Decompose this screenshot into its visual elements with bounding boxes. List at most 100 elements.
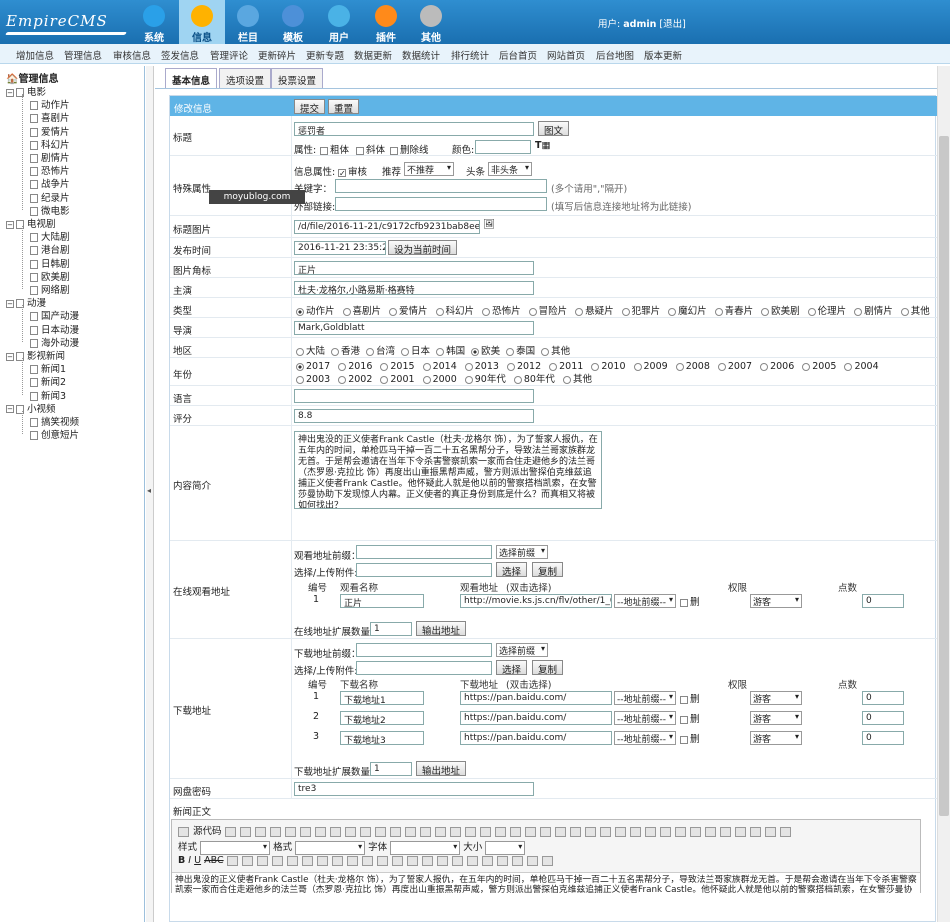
toolbar-tool-icon[interactable]	[239, 826, 251, 837]
toolbar-tool-icon[interactable]	[329, 826, 341, 837]
sidebar-splitter[interactable]: ◂	[146, 66, 154, 922]
tree-item[interactable]: 国产动漫	[30, 308, 79, 322]
year-option[interactable]: 2014	[419, 360, 457, 373]
download-prefix-input[interactable]	[356, 643, 492, 657]
region-option[interactable]: 大陆	[292, 343, 325, 357]
recommend-select[interactable]: 不推荐	[404, 162, 454, 176]
toolbar-tool-icon[interactable]	[704, 826, 716, 837]
subnav-item[interactable]: 审核信息	[113, 48, 151, 62]
size-select[interactable]	[485, 840, 526, 855]
region-option[interactable]: 韩国	[432, 343, 465, 357]
style-select[interactable]	[200, 840, 271, 855]
nav-folder[interactable]: 栏目	[225, 0, 271, 44]
type-option[interactable]: 魔幻片	[664, 303, 707, 317]
year-option[interactable]: 2007	[714, 360, 752, 373]
subnav-item[interactable]: 版本更新	[644, 48, 682, 62]
radio-icon[interactable]	[633, 362, 642, 371]
online-select-button[interactable]: 选择	[496, 562, 528, 578]
toolbar-tool-icon[interactable]	[406, 855, 418, 866]
radio-icon[interactable]	[528, 307, 537, 316]
title-input[interactable]: 惩罚者	[294, 122, 534, 136]
online-row-perm-select[interactable]: 游客	[750, 594, 802, 608]
radio-icon[interactable]	[717, 362, 726, 371]
download-row-perm-select[interactable]: 游客	[750, 711, 802, 725]
scrollbar[interactable]	[937, 66, 950, 922]
italic-tool-icon[interactable]: I	[188, 855, 191, 866]
strike-tool-icon[interactable]: ABC	[204, 855, 223, 866]
toolbar-tool-icon[interactable]	[286, 855, 298, 866]
year-option[interactable]: 2008	[672, 360, 710, 373]
year-option[interactable]: 2006	[756, 360, 794, 373]
online-prefix-select[interactable]: 选择前缀	[496, 545, 548, 559]
color-input[interactable]	[475, 140, 531, 154]
download-row-url-input[interactable]: https://pan.baidu.com/	[460, 731, 612, 745]
type-option[interactable]: 伦理片	[804, 303, 846, 317]
radio-icon[interactable]	[338, 375, 347, 384]
toolbar-tool-icon[interactable]	[389, 826, 401, 837]
toolbar-tool-icon[interactable]	[569, 826, 581, 837]
radio-icon[interactable]	[380, 375, 389, 384]
year-option[interactable]: 80年代	[510, 373, 555, 386]
type-option[interactable]: 动作片	[292, 303, 335, 317]
download-upload-input[interactable]	[356, 661, 492, 675]
fold-icon[interactable]: −	[6, 299, 14, 308]
year-option[interactable]: 其他	[559, 373, 592, 386]
bold-checkbox[interactable]: 粗体	[320, 142, 349, 156]
toolbar-tool-icon[interactable]	[436, 855, 448, 866]
audit-checkbox[interactable]: 审核	[338, 164, 367, 178]
radio-icon[interactable]	[471, 347, 480, 356]
radio-icon[interactable]	[506, 362, 515, 371]
radio-icon[interactable]	[436, 347, 445, 356]
online-row-points-input[interactable]: 0	[862, 594, 904, 608]
toolbar-tool-icon[interactable]	[419, 826, 431, 837]
download-row-perm-select[interactable]: 游客	[750, 691, 802, 705]
online-row-name-input[interactable]: 正片	[340, 594, 424, 608]
download-row-perm-select[interactable]: 游客	[750, 731, 802, 745]
intro-textarea[interactable]: 神出鬼没的正义使者Frank Castle（杜夫·龙格尔 饰），为了誓家人报仇，…	[294, 431, 602, 509]
download-row-prefix-select[interactable]: --地址前缀--	[614, 711, 676, 725]
italic-checkbox[interactable]: 斜体	[356, 142, 385, 156]
radio-icon[interactable]	[338, 362, 347, 371]
region-option[interactable]: 欧美	[467, 343, 500, 357]
fold-icon[interactable]: −	[6, 88, 14, 97]
font-select[interactable]	[390, 840, 461, 855]
toolbar-tool-icon[interactable]	[494, 826, 506, 837]
radio-icon[interactable]	[464, 362, 473, 371]
online-extend-input[interactable]: 1	[370, 622, 412, 636]
toolbar-tool-icon[interactable]	[554, 826, 566, 837]
toolbar-tool-icon[interactable]	[331, 855, 343, 866]
toolbar-tool-icon[interactable]	[449, 826, 461, 837]
toolbar-tool-icon[interactable]	[271, 855, 283, 866]
toolbar-tool-icon[interactable]	[269, 826, 281, 837]
toolbar-tool-icon[interactable]	[421, 855, 433, 866]
radio-icon[interactable]	[549, 362, 558, 371]
radio-icon[interactable]	[380, 362, 389, 371]
logout-link[interactable]: [退出]	[659, 19, 685, 30]
toolbar-tool-icon[interactable]	[509, 826, 521, 837]
subnav-item[interactable]: 排行统计	[451, 48, 489, 62]
year-option[interactable]: 2017	[292, 360, 330, 373]
subnav-item[interactable]: 管理评论	[210, 48, 248, 62]
download-row-url-input[interactable]: https://pan.baidu.com/	[460, 691, 612, 705]
type-option[interactable]: 剧情片	[850, 303, 893, 317]
year-option[interactable]: 2013	[461, 360, 499, 373]
subnav-item[interactable]: 后台首页	[499, 48, 537, 62]
bold-tool-icon[interactable]: B	[178, 855, 185, 866]
subnav-item[interactable]: 更新碎片	[258, 48, 296, 62]
nav-template[interactable]: 模板	[270, 0, 316, 44]
checkbox-icon[interactable]	[680, 598, 688, 607]
headline-select[interactable]: 非头条	[488, 162, 532, 176]
radio-icon[interactable]	[464, 375, 473, 384]
radio-icon[interactable]	[389, 307, 398, 316]
subnav-item[interactable]: 数据统计	[402, 48, 440, 62]
pubtime-input[interactable]: 2016-11-21 23:35:29	[294, 241, 386, 255]
format-select[interactable]	[295, 840, 366, 855]
fold-icon[interactable]: −	[6, 405, 14, 414]
subnav-item[interactable]: 后台地图	[596, 48, 634, 62]
language-input[interactable]	[294, 389, 534, 403]
year-option[interactable]: 90年代	[461, 373, 506, 386]
toolbar-tool-icon[interactable]	[451, 855, 463, 866]
tree-item[interactable]: 喜剧片	[30, 110, 70, 124]
toolbar-tool-icon[interactable]	[524, 826, 536, 837]
tree-item[interactable]: 科幻片	[30, 137, 70, 151]
